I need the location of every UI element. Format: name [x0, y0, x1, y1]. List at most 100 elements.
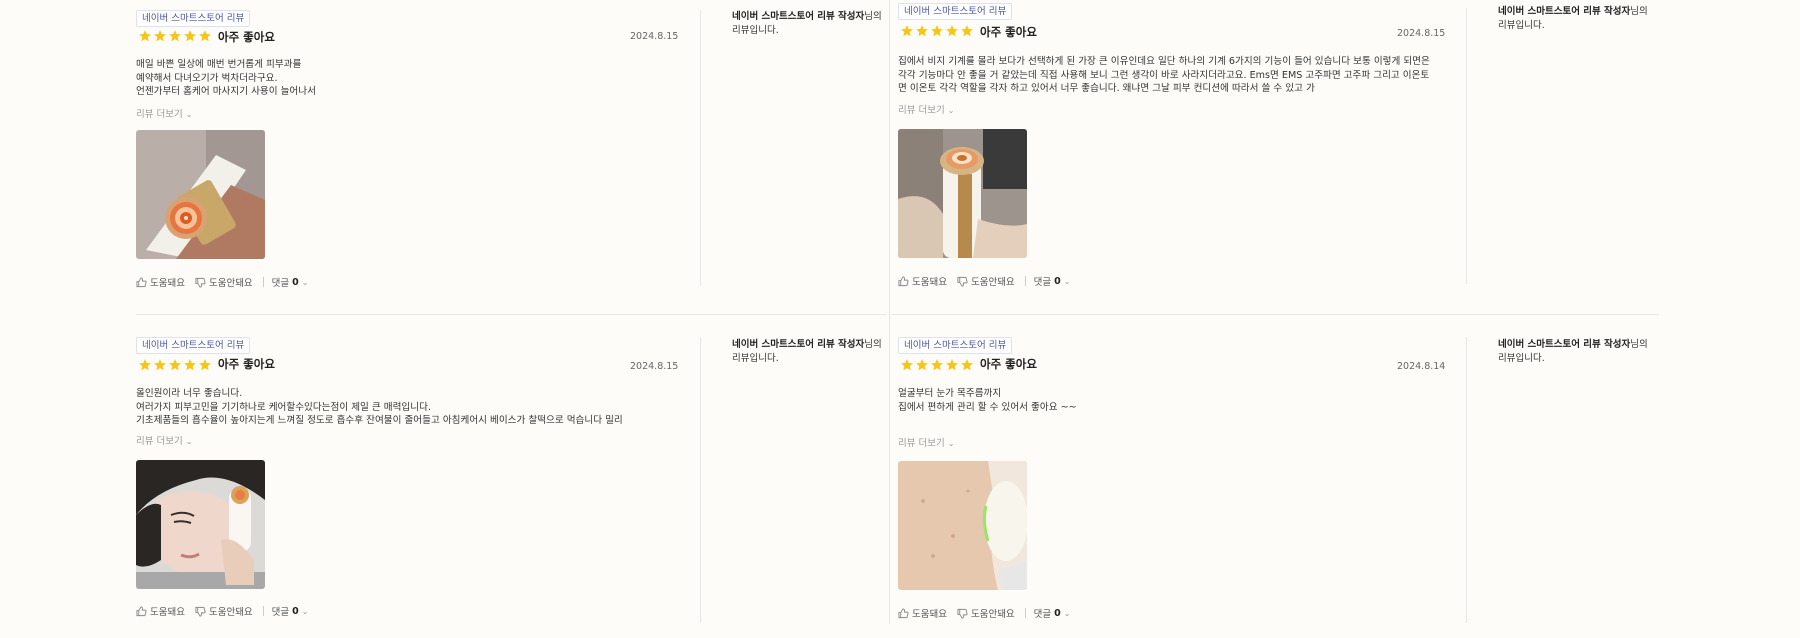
more-label: 리뷰 더보기	[136, 436, 183, 447]
comments-count: 0	[292, 605, 299, 617]
more-label: 리뷰 더보기	[136, 109, 183, 120]
rating-label: 아주 좋아요	[980, 357, 1037, 371]
helpful-label: 도움돼요	[150, 607, 185, 618]
author-divider	[1466, 8, 1467, 284]
review-text: 집에서 비지 기계를 몰라 보다가 선택하게 된 가장 큰 이유인데요 일단 하…	[898, 56, 1430, 94]
thumbs-up-icon	[898, 275, 909, 286]
star-icon	[184, 359, 196, 371]
not-helpful-label: 도움안돼요	[208, 278, 253, 289]
star-icon	[961, 359, 973, 371]
review-text: 얼굴부터 눈가 목주름까지 집에서 편하게 관리 할 수 있어서 좋아요 ~~	[898, 388, 1077, 413]
star-icon	[154, 30, 166, 42]
action-divider	[1024, 276, 1026, 286]
star-icon	[169, 30, 181, 42]
star-icon	[931, 359, 943, 371]
chevron-down-icon: ⌄	[301, 277, 309, 287]
author-info: 네이버 스마트스토어 리뷰 작성자님의 리뷰입니다.	[1498, 5, 1658, 32]
review-date: 2024.8.15	[630, 361, 679, 372]
star-icon	[199, 30, 211, 42]
helpful-label: 도움돼요	[912, 609, 947, 620]
more-button[interactable]: 리뷰 더보기 ⌄	[136, 433, 192, 447]
device-closeup-photo	[136, 130, 265, 259]
star-icon	[154, 359, 166, 371]
author-divider	[700, 337, 701, 623]
author-line2: 리뷰입니다.	[732, 24, 779, 36]
row-divider-left	[136, 314, 886, 315]
author-divider	[1466, 337, 1467, 623]
review-actions: 도움돼요 도움안돼요 댓글 0 ⌄	[898, 274, 1080, 288]
comments-button[interactable]: 댓글 0 ⌄	[272, 604, 309, 619]
review-actions: 도움돼요 도움안돼요 댓글 0 ⌄	[898, 606, 1080, 620]
star-icon	[916, 25, 928, 37]
helpful-button[interactable]: 도움돼요	[136, 604, 185, 618]
author-suffix: 님의	[864, 339, 882, 350]
more-button[interactable]: 리뷰 더보기 ⌄	[898, 102, 954, 116]
row-divider-right	[892, 314, 1659, 315]
face-device-photo	[136, 460, 265, 589]
star-icon	[931, 25, 943, 37]
comments-button[interactable]: 댓글 0 ⌄	[1033, 274, 1071, 289]
source-badge: 네이버 스마트스토어 리뷰	[136, 337, 251, 354]
not-helpful-button[interactable]: 도움안돼요	[195, 604, 253, 618]
author-name: 네이버 스마트스토어 리뷰 작성자	[1498, 339, 1631, 350]
action-divider	[262, 606, 264, 616]
comments-label: 댓글	[271, 278, 290, 289]
helpful-button[interactable]: 도움돼요	[136, 275, 185, 289]
review-card: 네이버 스마트스토어 리뷰 아주 좋아요 2024.8.15 올인원이라 너무 …	[136, 328, 896, 638]
more-button[interactable]: 리뷰 더보기 ⌄	[136, 106, 192, 120]
review-photo[interactable]	[136, 460, 265, 589]
chevron-down-icon: ⌄	[1063, 276, 1071, 286]
review-photo[interactable]	[898, 461, 1027, 590]
chevron-down-icon: ⌄	[947, 439, 955, 448]
star-rating	[900, 358, 974, 374]
not-helpful-button[interactable]: 도움안돼요	[957, 606, 1015, 620]
comments-count: 0	[292, 276, 299, 288]
review-photo[interactable]	[136, 130, 265, 259]
not-helpful-label: 도움안돼요	[970, 609, 1015, 620]
helpful-button[interactable]: 도움돼요	[898, 606, 947, 620]
author-name: 네이버 스마트스토어 리뷰 작성자	[732, 339, 865, 350]
star-icon	[961, 25, 973, 37]
source-badge: 네이버 스마트스토어 리뷰	[136, 10, 251, 27]
helpful-button[interactable]: 도움돼요	[898, 274, 947, 288]
comments-count: 0	[1054, 607, 1061, 619]
not-helpful-label: 도움안돼요	[208, 607, 253, 618]
comments-button[interactable]: 댓글 0 ⌄	[271, 275, 309, 290]
not-helpful-button[interactable]: 도움안돼요	[957, 274, 1015, 288]
thumbs-down-icon	[195, 606, 206, 617]
chevron-down-icon: ⌄	[301, 606, 309, 616]
author-suffix: 님의	[1630, 6, 1648, 17]
comments-label: 댓글	[1033, 277, 1052, 288]
star-icon	[946, 359, 958, 371]
thumbs-down-icon	[957, 608, 968, 619]
star-icon	[184, 30, 196, 42]
source-badge: 네이버 스마트스토어 리뷰	[898, 3, 1013, 20]
thumbs-up-icon	[898, 607, 909, 618]
star-rating	[138, 29, 212, 45]
author-suffix: 님의	[864, 11, 882, 22]
star-icon	[901, 359, 913, 371]
comments-label: 댓글	[1033, 609, 1052, 620]
thumbs-up-icon	[136, 605, 147, 616]
action-divider	[1024, 608, 1026, 618]
author-info: 네이버 스마트스토어 리뷰 작성자님의 리뷰입니다.	[732, 338, 892, 365]
comments-button[interactable]: 댓글 0 ⌄	[1033, 606, 1071, 621]
author-info: 네이버 스마트스토어 리뷰 작성자님의 리뷰입니다.	[732, 10, 892, 37]
review-card: 네이버 스마트스토어 리뷰 아주 좋아요 2024.8.14 얼굴부터 눈가 목…	[898, 328, 1658, 638]
thumbs-up-icon	[136, 276, 147, 287]
author-line2: 리뷰입니다.	[1498, 352, 1545, 364]
review-photo[interactable]	[898, 129, 1027, 258]
author-line2: 리뷰입니다.	[1498, 19, 1545, 31]
thumbs-down-icon	[195, 277, 206, 288]
rating-label: 아주 좋아요	[218, 30, 275, 44]
review-grid: 네이버 스마트스토어 리뷰 아주 좋아요 2024.8.15 매일 바쁜 일상에…	[136, 0, 1659, 624]
skin-device-photo	[898, 461, 1027, 590]
star-rating	[138, 358, 212, 374]
helpful-label: 도움돼요	[912, 277, 947, 288]
star-icon	[139, 359, 151, 371]
helpful-label: 도움돼요	[150, 278, 185, 289]
more-button[interactable]: 리뷰 더보기 ⌄	[898, 435, 954, 449]
not-helpful-button[interactable]: 도움안돼요	[195, 275, 253, 289]
review-card: 네이버 스마트스토어 리뷰 아주 좋아요 2024.8.15 집에서 비지 기계…	[898, 0, 1658, 308]
chevron-down-icon: ⌄	[947, 106, 955, 115]
